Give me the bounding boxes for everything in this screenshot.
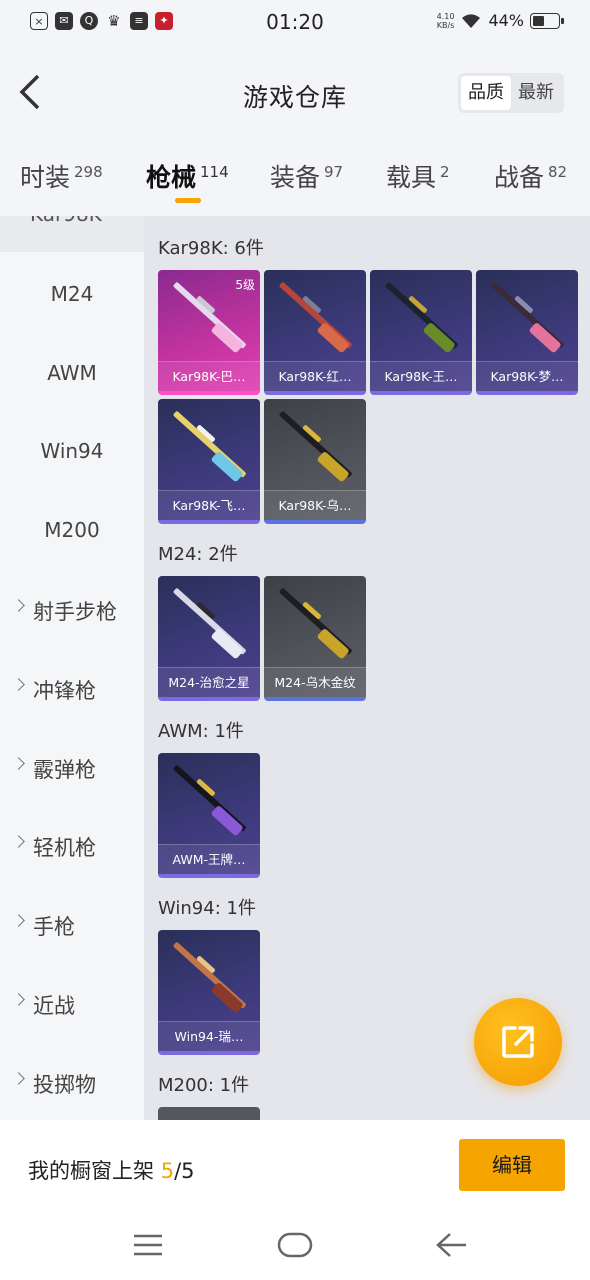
sidebar-group-lmg[interactable]: 轻机枪 xyxy=(0,832,144,862)
sidebar-group-smg[interactable]: 冲锋枪 xyxy=(0,675,144,705)
rifle-icon xyxy=(279,588,352,659)
item-level: 5级 xyxy=(235,278,255,292)
item-name: AWM-王牌… xyxy=(158,844,260,874)
battery-icon xyxy=(530,12,564,29)
item-name: M24-乌木金纹 xyxy=(264,667,366,697)
section-title-awm: AWM: 1件 xyxy=(158,721,244,742)
item-name: Kar98K-乌… xyxy=(264,490,366,520)
section-title-m200: M200: 1件 xyxy=(158,1075,250,1096)
home-icon xyxy=(277,1232,313,1258)
nav-home-button[interactable] xyxy=(273,1228,317,1262)
status-right: 4.10 KB/s 44% xyxy=(436,11,564,30)
status-bar: × ✉ Q ♛ ≡ ✦ 01:20 4.10 KB/s 44% xyxy=(0,0,590,46)
nav-back-button[interactable] xyxy=(428,1228,472,1262)
sidebar-group-pistols[interactable]: 手枪 xyxy=(0,911,144,941)
sidebar-item-win94[interactable]: Win94 xyxy=(0,439,144,463)
showcase-status: 我的橱窗上架 5/5 xyxy=(28,1159,195,1183)
section-title-win94: Win94: 1件 xyxy=(158,898,256,919)
share-fab-button[interactable] xyxy=(474,998,562,1086)
sort-latest-button[interactable]: 最新 xyxy=(511,76,561,110)
header: 游戏仓库 品质 最新 xyxy=(0,46,590,142)
tab-firearms[interactable]: 枪械 114 xyxy=(146,158,229,194)
rifle-icon xyxy=(491,282,564,353)
active-tab-indicator xyxy=(175,198,201,203)
item-card[interactable]: AWM-王牌… xyxy=(158,753,260,878)
showcase-bar: 我的橱窗上架 5/5 编辑 xyxy=(0,1120,590,1216)
section-title-m24: M24: 2件 xyxy=(158,544,238,565)
chevron-right-icon xyxy=(12,993,25,1006)
showcase-count-total: /5 xyxy=(174,1159,195,1183)
showcase-count-current: 5 xyxy=(160,1159,175,1183)
item-name: M24-治愈之星 xyxy=(158,667,260,697)
item-card[interactable]: Kar98K-飞… xyxy=(158,399,260,524)
item-card[interactable] xyxy=(158,1107,260,1120)
item-card[interactable]: Kar98K-红… xyxy=(264,270,366,395)
section-title-kar98k: Kar98K: 6件 xyxy=(158,238,264,259)
item-card[interactable]: M24-治愈之星 xyxy=(158,576,260,701)
item-card[interactable]: M24-乌木金纹 xyxy=(264,576,366,701)
item-card[interactable]: Kar98K-梦… xyxy=(476,270,578,395)
item-card[interactable]: Win94-瑞… xyxy=(158,930,260,1055)
item-card[interactable]: 5级 Kar98K-巴… xyxy=(158,270,260,395)
rifle-icon xyxy=(173,942,246,1013)
item-name: Kar98K-王… xyxy=(370,361,472,391)
sidebar: Kar98K M24 AWM Win94 M200 射手步枪 冲锋枪 霰弹枪 轻… xyxy=(0,216,144,1120)
tab-supplies[interactable]: 战备 82 xyxy=(494,158,567,194)
item-name: Kar98K-梦… xyxy=(476,361,578,391)
rifle-icon xyxy=(173,411,246,482)
category-tabs: 时装 298 枪械 114 装备 97 载具 2 战备 82 xyxy=(0,150,590,216)
external-link-icon xyxy=(502,1026,534,1058)
rifle-icon xyxy=(279,282,352,353)
tab-vehicles[interactable]: 载具 2 xyxy=(386,158,450,194)
sort-toggle: 品质 最新 xyxy=(458,73,564,113)
back-icon xyxy=(436,1233,466,1257)
net-speed: 4.10 KB/s xyxy=(436,11,455,30)
menu-icon xyxy=(134,1234,162,1256)
edit-button[interactable]: 编辑 xyxy=(459,1139,565,1191)
sidebar-item-awm[interactable]: AWM xyxy=(0,361,144,385)
inventory-content: Kar98K: 6件 5级 Kar98K-巴… Kar98K-红… Kar98K… xyxy=(144,216,590,1120)
item-name: Win94-瑞… xyxy=(158,1021,260,1051)
item-name: Kar98K-红… xyxy=(264,361,366,391)
chevron-right-icon xyxy=(12,914,25,927)
rifle-icon xyxy=(385,282,458,353)
rifle-icon xyxy=(173,765,246,836)
chevron-right-icon xyxy=(12,678,25,691)
item-name: Kar98K-巴… xyxy=(158,361,260,391)
chevron-right-icon xyxy=(12,835,25,848)
chevron-right-icon xyxy=(12,757,25,770)
battery-text: 44% xyxy=(488,11,524,30)
rifle-icon xyxy=(173,588,246,659)
system-nav-bar xyxy=(0,1216,590,1280)
rifle-icon xyxy=(279,411,352,482)
sort-quality-button[interactable]: 品质 xyxy=(461,76,511,110)
chevron-right-icon xyxy=(12,599,25,612)
sidebar-group-melee[interactable]: 近战 xyxy=(0,990,144,1020)
sidebar-group-shotguns[interactable]: 霰弹枪 xyxy=(0,754,144,784)
tab-equipment[interactable]: 装备 97 xyxy=(270,158,343,194)
nav-menu-button[interactable] xyxy=(126,1228,170,1262)
sidebar-item-m200[interactable]: M200 xyxy=(0,518,144,542)
wifi-icon xyxy=(462,13,481,28)
sidebar-group-throwables[interactable]: 投掷物 xyxy=(0,1069,144,1099)
item-name: Kar98K-飞… xyxy=(158,490,260,520)
chevron-right-icon xyxy=(12,1072,25,1085)
tab-fashion[interactable]: 时装 298 xyxy=(20,158,103,194)
item-card[interactable]: Kar98K-乌… xyxy=(264,399,366,524)
sidebar-item-kar98k[interactable]: Kar98K xyxy=(0,216,144,252)
item-card[interactable]: Kar98K-王… xyxy=(370,270,472,395)
sidebar-group-marksman-rifles[interactable]: 射手步枪 xyxy=(0,596,144,626)
sidebar-item-m24[interactable]: M24 xyxy=(0,282,144,306)
